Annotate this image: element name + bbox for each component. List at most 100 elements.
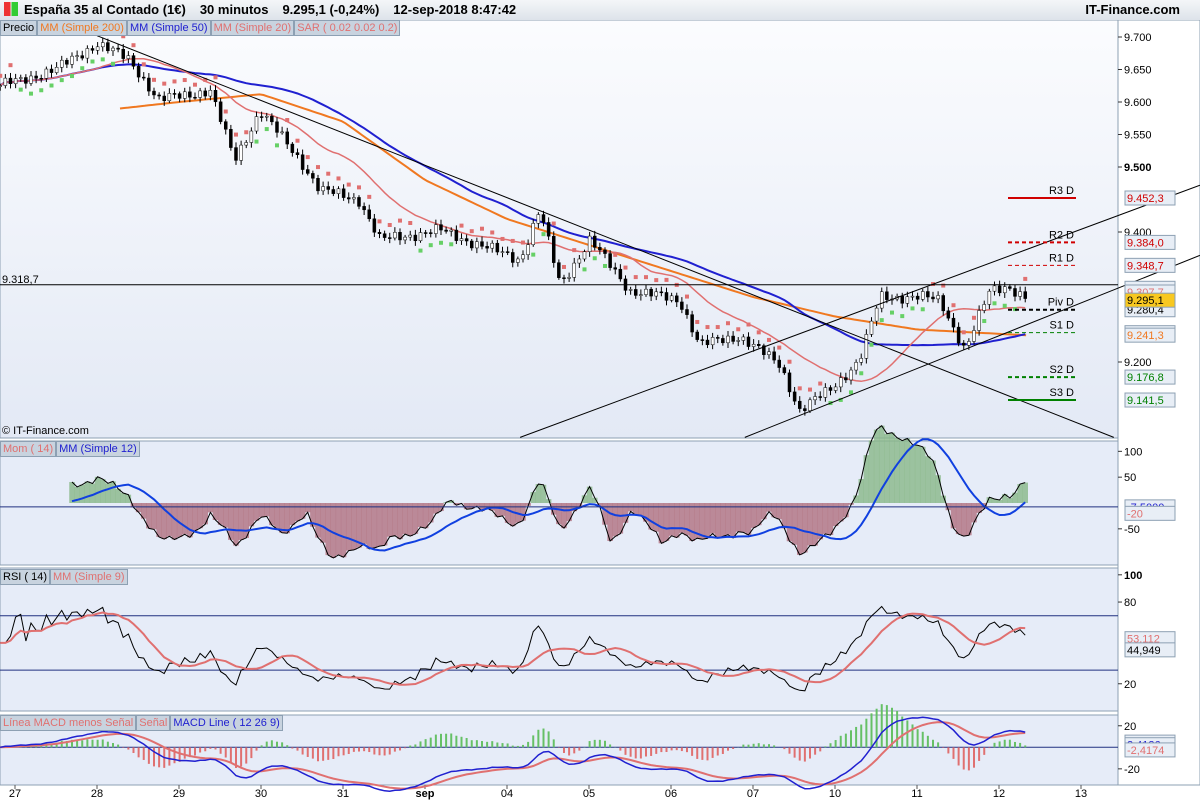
sar-dot: [859, 371, 864, 376]
sar-dot: [531, 252, 536, 257]
legend-item[interactable]: Señal: [136, 715, 171, 731]
candle: [106, 42, 110, 52]
pivot-label: R1 D: [1049, 252, 1074, 264]
candle: [997, 285, 1002, 294]
legend-item[interactable]: MM (Simple 50): [126, 20, 211, 36]
candle: [8, 77, 13, 85]
candle: [434, 224, 438, 234]
legend-item[interactable]: RSI ( 14): [0, 569, 51, 585]
rsi-value-tag: 44,949: [1127, 645, 1161, 657]
sar-dot: [848, 390, 853, 395]
legend-item[interactable]: MACD Line ( 12 26 9): [170, 715, 283, 731]
candle: [946, 310, 951, 319]
candle: [721, 338, 725, 344]
candle: [787, 372, 792, 393]
candle: [649, 288, 653, 297]
candle: [177, 93, 182, 99]
legend-item[interactable]: Mom ( 14): [0, 441, 57, 457]
candle: [813, 396, 817, 401]
macd-legend[interactable]: Línea MACD menos Señal Señal MACD Line ( 1…: [0, 715, 283, 731]
sar-dot: [490, 230, 495, 235]
price-legend[interactable]: Precio MM (Simple 200) MM (Simple 50) MM (S…: [0, 20, 401, 36]
sar-dot: [941, 283, 946, 288]
candle: [669, 295, 674, 301]
sar-dot: [254, 139, 259, 144]
legend-item[interactable]: MM (Simple 200): [37, 20, 127, 36]
candle: [495, 242, 500, 253]
candle: [290, 143, 295, 153]
momentum-legend[interactable]: Mom ( 14) MM (Simple 12): [0, 441, 140, 457]
instrument: España 35 al Contado (1€): [24, 2, 186, 17]
legend-item[interactable]: MM (Simple 12): [56, 441, 140, 457]
x-tick-label: 29: [173, 788, 185, 800]
legend-item[interactable]: Precio: [0, 20, 38, 36]
candle: [167, 93, 172, 102]
candle: [316, 178, 320, 192]
sar-dot: [80, 66, 85, 71]
candle: [782, 367, 787, 374]
candle: [828, 387, 833, 391]
candle: [803, 408, 807, 411]
sar-dot: [18, 87, 23, 92]
hline-label: 9.318,7: [2, 274, 39, 286]
y-tick-label: 20: [1124, 721, 1136, 733]
candle: [633, 289, 638, 296]
candle: [464, 238, 469, 242]
legend-item[interactable]: MM (Simple 20): [210, 20, 295, 36]
macd-value-tag: -2,4174: [1127, 745, 1164, 757]
pivot-value: 9.384,0: [1127, 237, 1164, 249]
candle: [992, 285, 997, 292]
sar-dot: [551, 221, 556, 226]
candle: [608, 253, 612, 268]
candle: [936, 295, 940, 300]
legend-item[interactable]: MM (Simple 9): [50, 569, 128, 585]
candle: [285, 131, 289, 145]
candle: [639, 294, 643, 296]
sar-dot: [920, 307, 925, 312]
candle: [126, 55, 131, 59]
sar-dot: [500, 236, 505, 241]
candle: [75, 55, 79, 57]
candle: [100, 42, 105, 48]
candle: [254, 116, 259, 132]
legend-item[interactable]: SAR ( 0.02 0.02 0.2): [294, 20, 401, 36]
sar-dot: [695, 319, 700, 324]
sar-dot: [572, 248, 577, 253]
sar-dot: [961, 330, 966, 335]
candle: [295, 152, 300, 155]
sar-dot: [592, 256, 597, 261]
candle: [469, 240, 474, 249]
candle: [731, 335, 735, 342]
legend-item[interactable]: Línea MACD menos Señal: [0, 715, 137, 731]
candle: [475, 241, 479, 249]
sar-dot: [192, 82, 197, 87]
candle: [54, 67, 59, 73]
y-tick-label: 50: [1124, 472, 1136, 484]
candle: [987, 290, 992, 305]
x-tick-label: 27: [9, 788, 21, 800]
candle: [838, 377, 843, 388]
chart-canvas[interactable]: 27 28 29 30 31 sep 04 05 06 07 10 11 12 13 9.700 9.650 9…: [0, 20, 1200, 800]
candle: [229, 129, 233, 148]
candle: [680, 301, 684, 310]
sar-dot: [787, 359, 792, 364]
pivot-value: 9.141,5: [1127, 395, 1164, 407]
y-tick-label: -20: [1124, 764, 1140, 776]
candle: [864, 334, 869, 359]
rsi-legend[interactable]: RSI ( 14) MM (Simple 9): [0, 569, 128, 585]
sar-dot: [39, 88, 44, 93]
timeframe[interactable]: 30 minutos: [200, 2, 269, 17]
sar-dot: [397, 218, 402, 223]
candle: [685, 309, 689, 315]
sar-dot: [110, 61, 115, 66]
sar-dot: [377, 219, 382, 224]
candle: [275, 121, 279, 133]
candle: [1018, 291, 1022, 297]
candle: [797, 400, 802, 409]
candle: [444, 229, 448, 232]
candle: [664, 292, 669, 301]
value-tag: 9.241,3: [1127, 330, 1164, 342]
candle: [280, 131, 284, 134]
candle: [644, 288, 648, 295]
candle: [234, 147, 238, 161]
